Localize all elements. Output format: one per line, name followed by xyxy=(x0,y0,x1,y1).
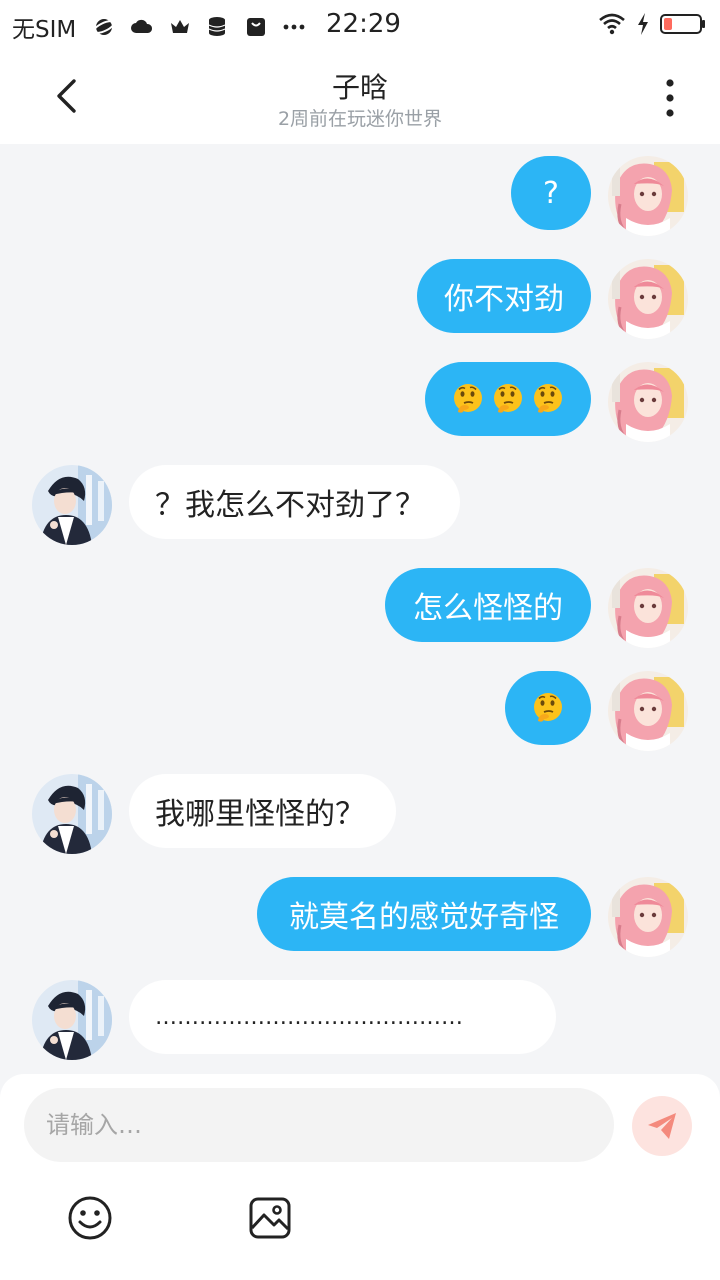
my-message-bubble[interactable]: 你不对劲 xyxy=(417,259,591,333)
database-icon xyxy=(208,17,226,36)
more-options-button[interactable] xyxy=(646,74,694,122)
emoji-button[interactable] xyxy=(66,1194,114,1242)
vertical-dots-icon xyxy=(666,79,674,117)
contact-message-bubble[interactable]: …………………………………… xyxy=(129,980,556,1054)
my-emoji-message-bubble[interactable] xyxy=(505,671,591,745)
thinking-face-icon xyxy=(491,382,525,416)
smiley-icon xyxy=(68,1196,112,1240)
thinking-face-icon xyxy=(531,382,565,416)
bag-icon xyxy=(247,18,266,36)
my-avatar[interactable] xyxy=(608,877,688,957)
my-message-bubble[interactable]: 怎么怪怪的 xyxy=(385,568,591,642)
contact-avatar[interactable] xyxy=(32,980,112,1060)
carrier-label: 无SIM xyxy=(12,17,77,43)
more-dots-icon xyxy=(283,24,305,30)
my-message-bubble[interactable]: ? xyxy=(511,156,591,230)
contact-status: 2周前在玩迷你世界 xyxy=(277,108,443,130)
my-message-bubble[interactable]: 就莫名的感觉好奇怪 xyxy=(257,877,591,951)
my-avatar[interactable] xyxy=(608,156,688,236)
status-bar-right xyxy=(598,12,706,36)
image-icon xyxy=(249,1197,291,1239)
status-notification-icons xyxy=(92,15,306,39)
my-avatar[interactable] xyxy=(608,259,688,339)
contact-message-bubble[interactable]: 我哪里怪怪的？ xyxy=(129,774,396,848)
contact-message-bubble[interactable]: ？我怎么不对劲了？ xyxy=(129,465,460,539)
clock: 22:29 xyxy=(326,9,401,39)
cloud-icon xyxy=(131,19,153,33)
status-bar-left: 无SIM xyxy=(12,10,306,44)
my-avatar[interactable] xyxy=(608,362,688,442)
paper-plane-icon xyxy=(648,1113,676,1139)
chat-header: 子晗 2周前在玩迷你世界 xyxy=(0,50,720,144)
my-avatar[interactable] xyxy=(608,568,688,648)
image-button[interactable] xyxy=(246,1194,294,1242)
planet-icon xyxy=(93,19,116,35)
message-input-wrapper[interactable] xyxy=(24,1088,614,1162)
my-emoji-message-bubble[interactable] xyxy=(425,362,591,436)
status-bar: 无SIM 22:29 xyxy=(0,0,720,50)
thinking-face-icon xyxy=(531,691,565,725)
contact-avatar[interactable] xyxy=(32,774,112,854)
send-button[interactable] xyxy=(632,1096,692,1156)
message-input[interactable] xyxy=(44,1110,614,1140)
message-list[interactable]: ? 你不对劲 ？我怎么不对劲了？ 怎么怪怪的 我哪里怪怪的？ 就莫名的感觉好奇怪… xyxy=(0,144,720,1074)
contact-avatar[interactable] xyxy=(32,465,112,545)
wifi-icon xyxy=(599,13,625,35)
thinking-face-icon xyxy=(451,382,485,416)
battery-low-icon xyxy=(660,14,705,34)
my-avatar[interactable] xyxy=(608,671,688,751)
charging-icon xyxy=(638,13,648,35)
crown-icon xyxy=(171,20,190,33)
contact-name: 子晗 xyxy=(331,71,388,104)
message-composer xyxy=(0,1074,720,1280)
